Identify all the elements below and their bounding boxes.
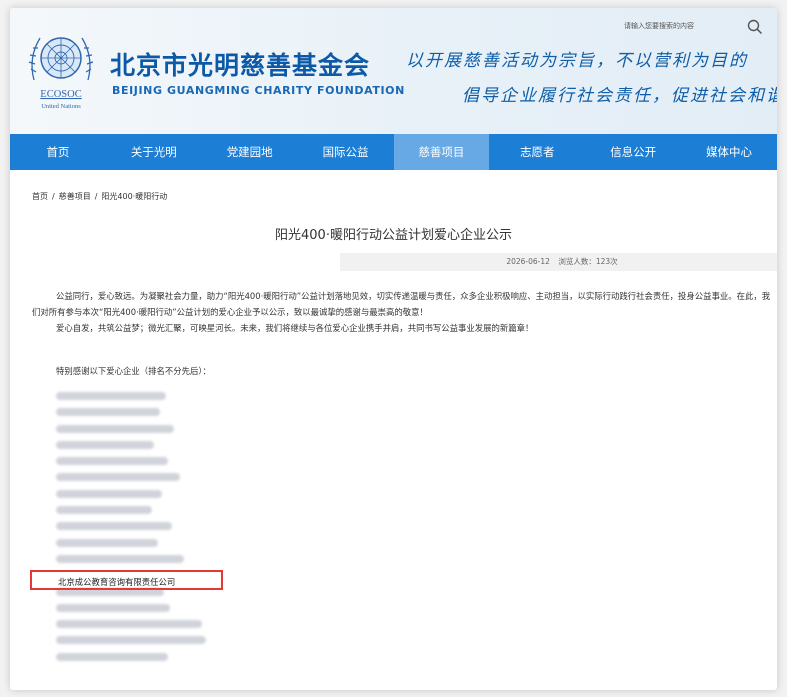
nav-item-media[interactable]: 媒体中心 (681, 134, 777, 170)
article-paragraph-1: 公益同行，爱心致远。为凝聚社会力量，助力“阳光400·暖阳行动”公益计划落地见效… (32, 291, 771, 317)
blurred-company-name (56, 408, 160, 417)
blurred-company-name (56, 473, 180, 482)
article-title: 阳光400·暖阳行动公益计划爱心企业公示 (275, 228, 512, 243)
un-emblem-icon: ECOSOC United Nations (28, 37, 94, 110)
breadcrumb: 首页 / 慈善项目 / 阳光400·暖阳行动 (32, 191, 167, 202)
nav-item-volunteers[interactable]: 志愿者 (489, 134, 585, 170)
blurred-company-name (56, 506, 152, 515)
main-nav: 首页 关于光明 党建园地 国际公益 慈善项目 志愿者 信息公开 媒体中心 (10, 134, 777, 170)
org-name-en: BEIJING GUANGMING CHARITY FOUNDATION (112, 84, 405, 97)
thanks-heading: 特别感谢以下爱心企业（排名不分先后）： (56, 366, 211, 376)
blurred-company-name (56, 457, 168, 466)
nav-item-disclosure[interactable]: 信息公开 (585, 134, 681, 170)
slogan-line-1: 以开展慈善活动为宗旨，不以营利为目的 (406, 51, 748, 71)
breadcrumb-current: 阳光400·暖阳行动 (101, 192, 168, 201)
blurred-company-name (56, 440, 154, 449)
article-paragraph-2: 爱心自发，共筑公益梦；微光汇聚，可映星河长。未来，我们将继续与各位爱心企业携手并… (56, 323, 534, 333)
org-name-cn: 北京市光明慈善基金会 (110, 51, 371, 80)
search-icon[interactable] (746, 18, 764, 36)
blurred-company-name (56, 424, 174, 433)
breadcrumb-section[interactable]: 慈善项目 (59, 192, 91, 201)
breadcrumb-separator: / (94, 192, 98, 201)
highlighted-company-box: 北京成公教育咨询有限责任公司 (30, 570, 223, 590)
blurred-company-name (56, 489, 162, 498)
site-header: ECOSOC United Nations 北京市光明慈善基金会 BEIJING… (10, 8, 777, 135)
article-meta: 2026-06-12 浏览人数：123次 (340, 253, 777, 271)
blurred-company-name (56, 538, 158, 547)
nav-item-home[interactable]: 首页 (10, 134, 106, 170)
highlighted-company-name: 北京成公教育咨询有限责任公司 (58, 577, 176, 587)
breadcrumb-separator: / (52, 192, 55, 201)
blurred-company-name (56, 603, 170, 612)
blurred-company-name (56, 636, 206, 645)
browser-frame: ECOSOC United Nations 北京市光明慈善基金会 BEIJING… (10, 8, 777, 690)
svg-text:ECOSOC: ECOSOC (40, 89, 81, 100)
search-input[interactable] (620, 18, 742, 34)
article-date: 2026-06-12 (506, 257, 550, 266)
nav-item-international[interactable]: 国际公益 (298, 134, 394, 170)
blurred-company-name (56, 652, 168, 661)
slogan-line-2: 倡导企业履行社会责任，促进社会和谐进步 (462, 86, 777, 106)
article-views: 浏览人数：123次 (558, 257, 618, 266)
nav-item-about[interactable]: 关于光明 (106, 134, 202, 170)
breadcrumb-home[interactable]: 首页 (32, 192, 48, 201)
blurred-company-name (56, 522, 172, 531)
nav-item-projects[interactable]: 慈善项目 (393, 134, 490, 170)
blurred-company-name (56, 392, 166, 400)
search-box (620, 18, 770, 36)
blurred-company-name (56, 554, 184, 563)
blurred-company-name (56, 620, 202, 629)
nav-item-party[interactable]: 党建园地 (202, 134, 298, 170)
svg-text:United Nations: United Nations (41, 103, 81, 110)
